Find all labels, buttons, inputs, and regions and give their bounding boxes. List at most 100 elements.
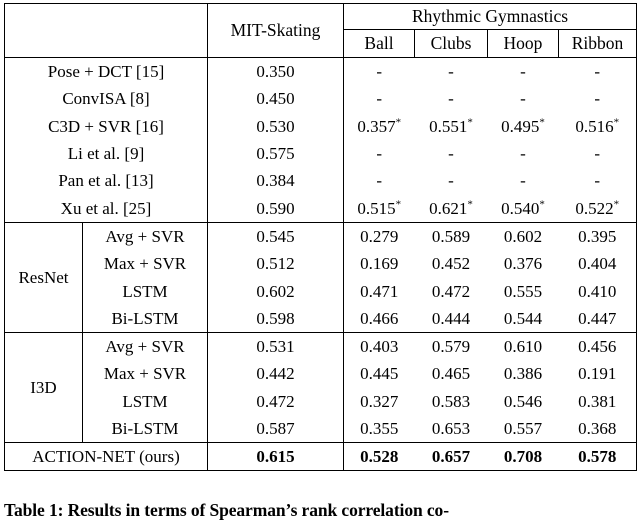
table-row: Pose + DCT [15] 0.350 - - - - bbox=[4, 57, 638, 86]
value-ball: 0.466 bbox=[343, 304, 415, 333]
value-mit-skating: 0.575 bbox=[207, 139, 344, 168]
value-mit-skating: 0.587 bbox=[207, 414, 344, 444]
table-row: Xu et al. [25] 0.590 0.515* 0.621* 0.540* 0.5… bbox=[4, 194, 638, 223]
value-ribbon: - bbox=[558, 57, 638, 86]
variant-label: Bi-LSTM bbox=[82, 414, 208, 444]
value-mit-skating: 0.590 bbox=[207, 194, 344, 223]
asterisk-marker: * bbox=[539, 116, 545, 129]
header-ribbon: Ribbon bbox=[558, 29, 638, 58]
value-clubs: 0.551* bbox=[429, 116, 473, 136]
value-hoop: - bbox=[520, 144, 526, 164]
value-clubs: - bbox=[448, 171, 454, 191]
asterisk-marker: * bbox=[539, 197, 545, 210]
value-ribbon: 0.578 bbox=[558, 442, 638, 472]
group-label-i3d: I3D bbox=[4, 332, 83, 444]
table-row: Max + SVR 0.512 0.169 0.452 0.376 0.404 bbox=[5, 250, 638, 278]
variant-label: Max + SVR bbox=[82, 250, 208, 278]
value-mit-skating: 0.598 bbox=[207, 304, 344, 333]
value-clubs: 0.657 bbox=[414, 442, 488, 472]
value-hoop: 0.544 bbox=[487, 304, 559, 333]
value-clubs: 0.621* bbox=[414, 194, 488, 223]
value-clubs: 0.465 bbox=[431, 364, 471, 384]
table-row: LSTM 0.472 0.327 0.583 0.546 0.381 bbox=[5, 387, 638, 415]
value-ball: - bbox=[376, 62, 383, 82]
variant-label: Avg + SVR bbox=[82, 332, 208, 361]
value-clubs: 0.653 bbox=[414, 414, 488, 444]
value-hoop: 0.555 bbox=[503, 281, 543, 301]
header-ball: Ball bbox=[343, 29, 415, 58]
header-rhythmic-gymnastics: Rhythmic Gymnastics bbox=[343, 3, 638, 30]
value-hoop: 0.386 bbox=[503, 364, 543, 384]
value-ball: 0.279 bbox=[360, 226, 399, 246]
value-clubs: - bbox=[448, 62, 454, 82]
method-label: Pan et al. [13] bbox=[4, 167, 208, 195]
asterisk-marker: * bbox=[467, 197, 473, 210]
method-label: Li et al. [9] bbox=[4, 139, 208, 168]
value-mit-skating: 0.615 bbox=[207, 442, 344, 472]
value-ball: 0.327 bbox=[360, 391, 399, 411]
value-hoop: 0.546 bbox=[503, 391, 543, 411]
value-ribbon: 0.447 bbox=[558, 304, 638, 333]
asterisk-marker: * bbox=[395, 197, 402, 210]
value-hoop: 0.708 bbox=[487, 442, 559, 472]
group-label-resnet: ResNet bbox=[4, 222, 83, 333]
value-mit-skating: 0.545 bbox=[207, 222, 344, 251]
header-blank-cell bbox=[4, 3, 208, 58]
table-header-row-top: MIT-Skating Rhythmic Gymnastics bbox=[4, 3, 638, 58]
value-clubs: 0.452 bbox=[431, 254, 471, 274]
value-clubs: 0.583 bbox=[431, 391, 471, 411]
value-hoop: - bbox=[520, 171, 526, 191]
value-ribbon: 0.381 bbox=[558, 387, 638, 415]
value-hoop: 0.602 bbox=[503, 226, 543, 246]
results-table: MIT-Skating Rhythmic Gymnastics Ball Clubs H… bbox=[4, 3, 638, 472]
value-mit-skating: 0.530 bbox=[207, 112, 344, 140]
value-ribbon: 0.368 bbox=[558, 414, 638, 444]
value-mit-skating: 0.602 bbox=[207, 277, 344, 305]
value-clubs: 0.444 bbox=[414, 304, 488, 333]
figure-container: MIT-Skating Rhythmic Gymnastics Ball Clubs H… bbox=[0, 0, 640, 520]
value-ribbon: 0.191 bbox=[558, 360, 638, 388]
table-row: Bi-LSTM 0.587 0.355 0.653 0.557 0.368 bbox=[5, 414, 638, 444]
value-clubs: - bbox=[448, 144, 454, 164]
value-ball: 0.445 bbox=[360, 364, 399, 384]
value-hoop: 0.376 bbox=[503, 254, 543, 274]
method-label-action-net: ACTION-NET (ours) bbox=[4, 442, 208, 472]
table-caption: Table 1: Results in terms of Spearman’s … bbox=[4, 500, 449, 520]
value-ball: 0.403 bbox=[360, 337, 399, 357]
table-row: ConvISA [8] 0.450 - - - - bbox=[4, 85, 638, 113]
value-mit-skating: 0.442 bbox=[207, 360, 344, 388]
value-ball: 0.528 bbox=[343, 442, 415, 472]
asterisk-marker: * bbox=[613, 197, 620, 210]
value-ball: - bbox=[376, 89, 383, 109]
value-hoop: 0.610 bbox=[503, 337, 543, 357]
value-ribbon: 0.395 bbox=[558, 222, 638, 251]
header-clubs: Clubs bbox=[414, 29, 488, 58]
asterisk-marker: * bbox=[613, 116, 620, 129]
method-label: ConvISA [8] bbox=[4, 85, 208, 113]
variant-label: LSTM bbox=[82, 387, 208, 415]
value-mit-skating: 0.450 bbox=[207, 85, 344, 113]
value-clubs: 0.472 bbox=[431, 281, 471, 301]
variant-label: Avg + SVR bbox=[82, 222, 208, 251]
value-ball: 0.169 bbox=[360, 254, 399, 274]
value-clubs: - bbox=[448, 89, 454, 109]
value-ribbon: 0.516* bbox=[558, 112, 638, 140]
method-label: Pose + DCT [15] bbox=[4, 57, 208, 86]
table-row: I3D Avg + SVR 0.531 0.403 0.579 0.610 0.456 bbox=[4, 332, 638, 444]
table-row: Bi-LSTM 0.598 0.466 0.444 0.544 0.447 bbox=[5, 304, 638, 333]
value-ball: - bbox=[376, 144, 383, 164]
value-ribbon: - bbox=[558, 139, 638, 168]
value-hoop: - bbox=[520, 89, 526, 109]
value-ball: 0.471 bbox=[360, 281, 399, 301]
header-hoop: Hoop bbox=[487, 29, 559, 58]
value-hoop: 0.540* bbox=[487, 194, 559, 223]
value-hoop: 0.557 bbox=[487, 414, 559, 444]
value-hoop: 0.495* bbox=[501, 116, 545, 136]
asterisk-marker: * bbox=[467, 116, 473, 129]
table-row: Max + SVR 0.442 0.445 0.465 0.386 0.191 bbox=[5, 360, 638, 388]
value-ribbon: 0.456 bbox=[558, 332, 638, 361]
value-clubs: 0.589 bbox=[431, 226, 471, 246]
value-clubs: 0.579 bbox=[431, 337, 471, 357]
value-ribbon: - bbox=[558, 85, 638, 113]
table-row: Li et al. [9] 0.575 - - - - bbox=[4, 139, 638, 168]
